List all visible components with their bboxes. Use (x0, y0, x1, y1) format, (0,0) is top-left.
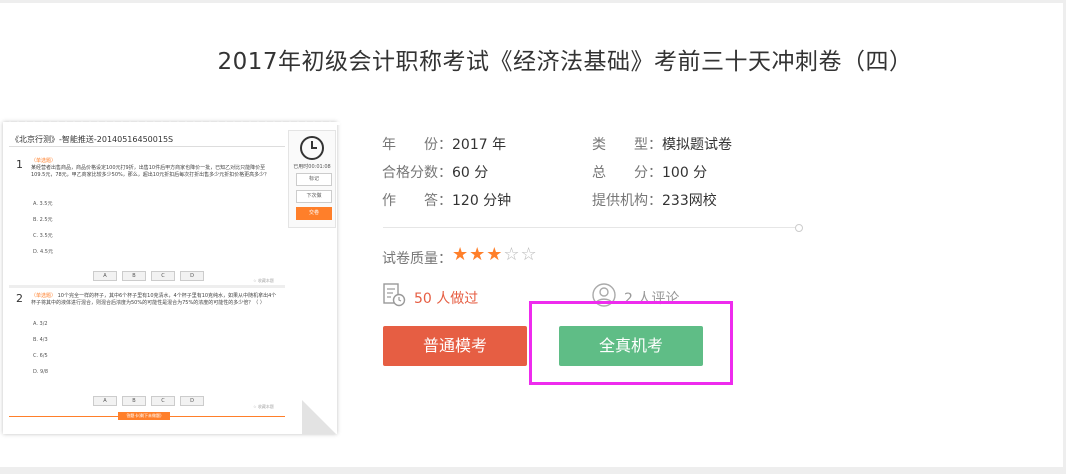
question-body: 某经营者出售商品，商品价格设定100元打9折，出售10件后甲方商家也降价一批，已… (31, 165, 270, 178)
done-count: 50 人做过 (414, 291, 479, 307)
duration-field: 作 答：120 分钟 (382, 190, 511, 210)
type-value: 模拟题试卷 (662, 137, 732, 153)
total-score-label: 总 分： (592, 165, 662, 181)
answer-choice: A (93, 396, 117, 406)
info-divider (383, 227, 797, 228)
year-field: 年 份：2017 年 (382, 134, 506, 154)
question-type-tag: （单选题） (31, 293, 57, 299)
provider-value: 233网校 (662, 193, 717, 209)
page-title: 2017年初级会计职称考试《经济法基础》考前三十天冲刺卷（四） (217, 49, 913, 75)
divider-dot (795, 224, 803, 232)
quality-stars: ★★★☆☆ (452, 244, 538, 265)
favorite-link: ☆ 收藏本题 (253, 278, 274, 283)
answer-choice: A (93, 271, 117, 281)
preview-paper: 《北京行测》-智能推送-20140516450015S 已用时00:01:08 … (3, 119, 340, 434)
quality-label: 试卷质量： (382, 251, 452, 267)
pass-score-field: 合格分数：60 分 (382, 162, 488, 182)
question-type-tag: （单选题） (31, 158, 57, 164)
submit-paper-button: 交卷 (296, 207, 332, 220)
question-text: （单选题） 某经营者出售商品，商品价格设定100元打9折，出售10件后甲方商家也… (31, 158, 279, 179)
type-field: 类 型：模拟题试卷 (592, 134, 732, 154)
answer-choices: ABCD (93, 387, 209, 406)
year-value: 2017 年 (452, 137, 507, 153)
mark-button: 标记 (296, 173, 332, 186)
star-empty-icon: ☆☆ (503, 244, 538, 265)
type-label: 类 型： (592, 137, 662, 153)
question-body: 10个完全一样的杯子，其中6个杯子里有10克清水，4个杯子里有10克纯水，如果从… (31, 293, 277, 306)
option: C. 6/5 (33, 353, 48, 359)
provider-label: 提供机构： (592, 193, 662, 209)
duration-label: 作 答： (382, 193, 452, 209)
duration-value: 120 分钟 (452, 193, 512, 209)
star-filled-icon: ★★★ (452, 244, 504, 265)
later-button: 下次做 (296, 190, 332, 203)
question-separator (9, 285, 285, 288)
option: B. 2.5元 (33, 217, 53, 223)
option: A. 3/2 (33, 321, 48, 327)
answer-choice: B (122, 396, 146, 406)
favorite-link: ☆ 收藏本题 (253, 404, 274, 409)
question-text: （单选题） 10个完全一样的杯子，其中6个杯子里有10克清水，4个杯子里有10克… (31, 293, 279, 307)
provider-field: 提供机构：233网校 (592, 190, 717, 210)
exam-sheet-icon (383, 283, 406, 307)
answer-choice: C (151, 271, 175, 281)
answer-choice: D (180, 271, 204, 281)
bottom-border (0, 467, 1066, 474)
exam-preview-thumbnail[interactable]: 《北京行测》-智能推送-20140516450015S 已用时00:01:08 … (0, 119, 342, 436)
option: A. 3.5元 (33, 201, 53, 207)
preview-side-panel: 已用时00:01:08 标记 下次做 交卷 (288, 130, 336, 228)
elapsed-time: 已用时00:01:08 (293, 164, 331, 170)
option: D. 9/8 (33, 369, 49, 375)
option: C. 3.5元 (33, 233, 53, 239)
normal-mock-exam-button[interactable]: 普通模考 (383, 326, 527, 366)
year-label: 年 份： (382, 137, 452, 153)
answer-choice: B (122, 271, 146, 281)
question-number: 1 (16, 158, 23, 171)
preview-header-divider (9, 146, 285, 147)
answer-choices: ABCD (93, 262, 209, 281)
pass-score-value: 60 分 (452, 165, 489, 181)
pass-score-label: 合格分数： (382, 165, 452, 181)
question-number: 2 (16, 292, 23, 305)
highlight-box (529, 301, 733, 385)
answer-card-tab: 答题卡(剩下未做题) (118, 412, 170, 420)
option: D. 4.5元 (33, 249, 53, 255)
answer-choice: D (180, 396, 204, 406)
page-curl-icon (302, 400, 336, 434)
top-border (0, 0, 1066, 3)
total-score-value: 100 分 (662, 165, 708, 181)
paper-zigzag-edge (6, 119, 340, 125)
answer-choice: C (151, 396, 175, 406)
preview-header: 《北京行测》-智能推送-20140516450015S (11, 135, 174, 144)
total-score-field: 总 分：100 分 (592, 162, 707, 182)
option: B. 4/3 (33, 337, 48, 343)
clock-icon (300, 136, 324, 160)
